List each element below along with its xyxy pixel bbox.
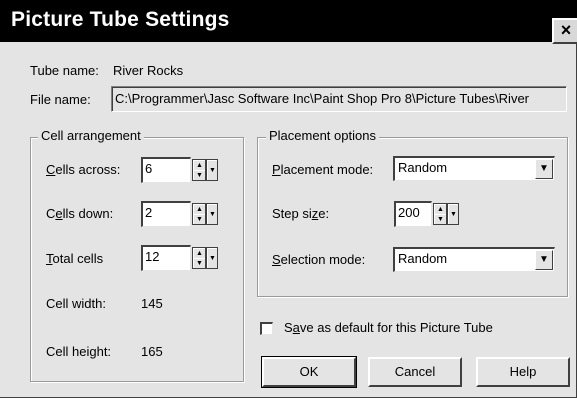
cells-across-spinner-down[interactable]: ▼ — [206, 159, 218, 181]
title-bar[interactable]: Picture Tube Settings × — [0, 0, 577, 44]
cell-width-value: 145 — [141, 296, 163, 311]
total-cells-input[interactable]: 12 — [141, 245, 191, 271]
cells-down-spinner-down[interactable]: ▼ — [206, 203, 218, 225]
placement-options-legend: Placement options — [266, 128, 379, 143]
file-name-field: C:\Programmer\Jasc Software Inc\Paint Sh… — [111, 86, 567, 112]
chevron-down-icon[interactable]: ▼ — [535, 159, 553, 179]
cells-down-label: Cells down: — [46, 206, 114, 221]
step-size-spinner-down[interactable]: ▼ — [447, 203, 459, 225]
spin-down-icon[interactable]: ▼ — [448, 204, 458, 224]
step-size-label: Step size: — [272, 206, 330, 221]
spin-down-icon[interactable]: ▼ — [193, 258, 205, 268]
cells-across-input[interactable]: 6 — [141, 157, 191, 183]
chevron-down-icon[interactable]: ▼ — [535, 250, 553, 270]
tube-name-value: River Rocks — [113, 63, 184, 78]
cell-width-label: Cell width: — [46, 296, 106, 311]
spin-up-icon[interactable]: ▲ — [434, 204, 446, 214]
cancel-button[interactable]: Cancel — [368, 357, 462, 387]
window-title: Picture Tube Settings — [11, 8, 230, 31]
spin-up-icon[interactable]: ▲ — [193, 160, 205, 170]
cells-across-label: Cells across: — [46, 162, 121, 177]
cells-down-spinner[interactable]: ▲ ▼ — [192, 203, 206, 225]
placement-mode-select[interactable]: Random ▼ — [393, 156, 555, 181]
file-name-value: C:\Programmer\Jasc Software Inc\Paint Sh… — [115, 91, 530, 106]
close-icon: × — [560, 20, 572, 40]
spin-up-icon[interactable]: ▲ — [193, 204, 205, 214]
close-button[interactable]: × — [552, 18, 577, 44]
save-default-label[interactable]: Save as default for this Picture Tube — [284, 320, 493, 335]
spin-down-icon[interactable]: ▼ — [207, 248, 217, 268]
spin-up-icon[interactable]: ▲ — [193, 248, 205, 258]
spin-down-icon[interactable]: ▼ — [193, 214, 205, 224]
save-default-checkbox[interactable] — [260, 322, 273, 335]
spin-down-icon[interactable]: ▼ — [207, 160, 217, 180]
spin-down-icon[interactable]: ▼ — [193, 170, 205, 180]
cell-height-value: 165 — [141, 344, 163, 359]
step-size-spinner[interactable]: ▲ ▼ — [433, 203, 447, 225]
cell-arrangement-legend: Cell arrangement — [38, 128, 144, 143]
ok-button[interactable]: OK — [261, 356, 357, 388]
selection-mode-select[interactable]: Random ▼ — [393, 247, 555, 272]
selection-mode-label: Selection mode: — [272, 252, 366, 267]
total-cells-spinner-down[interactable]: ▼ — [206, 247, 218, 269]
cell-height-label: Cell height: — [46, 344, 112, 359]
step-size-input[interactable]: 200 — [394, 201, 432, 227]
cells-down-input[interactable]: 2 — [141, 201, 191, 227]
total-cells-label: Total cells — [46, 251, 104, 266]
placement-mode-value: Random — [398, 160, 448, 175]
total-cells-spinner[interactable]: ▲ ▼ — [192, 247, 206, 269]
tube-name-label: Tube name: — [30, 63, 99, 78]
spin-down-icon[interactable]: ▼ — [434, 214, 446, 224]
placement-mode-label: Placement mode: — [272, 162, 374, 177]
file-name-label: File name: — [30, 92, 91, 107]
selection-mode-value: Random — [398, 251, 448, 266]
spin-down-icon[interactable]: ▼ — [207, 204, 217, 224]
cells-across-spinner[interactable]: ▲ ▼ — [192, 159, 206, 181]
help-button[interactable]: Help — [476, 357, 570, 387]
picture-tube-settings-dialog: Picture Tube Settings × Tube name: River… — [0, 0, 577, 398]
